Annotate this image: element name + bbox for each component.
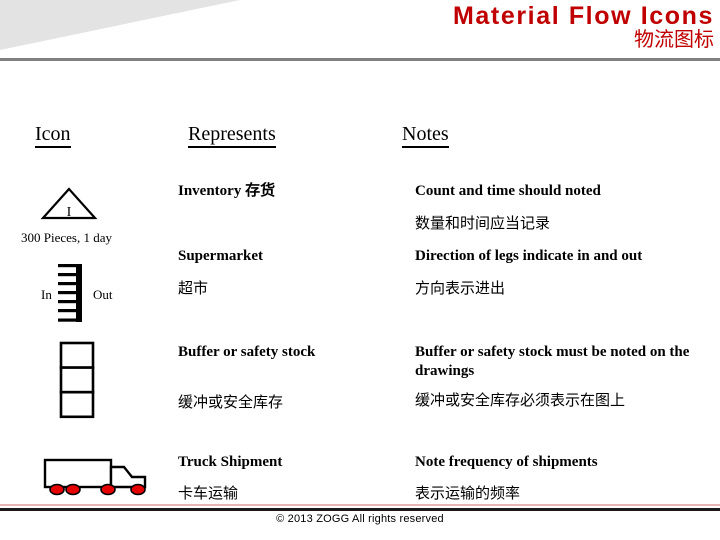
footer-copyright: © 2013 ZOGG All rights reserved	[276, 513, 444, 525]
cell-notes-truck: Note frequency of shipments 表示运输的频率	[415, 453, 598, 504]
cell-represents-buffer: Buffer or safety stock 缓冲或安全库存	[178, 343, 315, 413]
column-header-represents: Represents	[188, 123, 276, 148]
buffer-stack-icon	[20, 340, 130, 425]
slide-title-block: Material Flow Icons 物流图标	[453, 2, 714, 51]
column-header-icon: Icon	[35, 123, 71, 148]
notes-supermarket-english: Direction of legs indicate in and out	[415, 248, 643, 264]
cell-notes-buffer: Buffer or safety stock must be noted on …	[415, 343, 705, 411]
cell-represents-inventory: Inventory 存货	[178, 182, 275, 202]
notes-supermarket-chinese: 方向表示进出	[415, 278, 506, 297]
slide-title-english: Material Flow Icons	[452, 2, 714, 30]
inventory-icon-letter: I	[67, 205, 72, 220]
corner-wedge-decoration	[0, 0, 240, 50]
cell-notes-supermarket: Direction of legs indicate in and out 方向…	[415, 247, 642, 299]
truck-svg	[43, 458, 147, 496]
supermarket-out-label: Out	[93, 287, 113, 302]
represents-truck-english: Truck Shipment	[178, 454, 283, 470]
supermarket-in-label: In	[41, 287, 52, 302]
represents-supermarket-chinese: 超市	[178, 278, 209, 297]
column-header-icon-label: Icon	[35, 123, 71, 148]
represents-truck-chinese: 卡车运输	[178, 483, 239, 502]
truck-shipment-icon	[20, 455, 160, 505]
inventory-icon-caption: 300 Pieces, 1 day	[21, 230, 112, 245]
inventory-triangle-svg: I	[40, 187, 98, 220]
notes-buffer-chinese: 缓冲或安全库存必须表示在图上	[415, 391, 626, 410]
notes-buffer-english: Buffer or safety stock must be noted on …	[415, 344, 690, 380]
footer-rule-red	[0, 504, 720, 506]
notes-inventory-chinese: 数量和时间应当记录	[415, 213, 551, 232]
slide-root: Material Flow Icons 物流图标 Icon Represents…	[0, 0, 720, 540]
notes-truck-english: Note frequency of shipments	[415, 454, 598, 470]
buffer-stack-svg	[59, 341, 95, 419]
notes-inventory-english: Count and time should noted	[415, 183, 601, 199]
footer-rule-black	[0, 508, 720, 511]
cell-represents-truck: Truck Shipment 卡车运输	[178, 453, 282, 504]
supermarket-icon: In Out	[20, 262, 130, 329]
represents-buffer-chinese: 缓冲或安全库存	[178, 392, 284, 411]
represents-buffer-english: Buffer or safety stock	[178, 344, 316, 360]
header-divider-rule	[0, 58, 720, 61]
represents-inventory-text: Inventory 存货	[178, 183, 276, 199]
inventory-triangle-icon: I 300 Pieces, 1 day	[20, 185, 160, 246]
slide-title-chinese: 物流图标	[634, 27, 714, 51]
cell-represents-supermarket: Supermarket 超市	[178, 247, 263, 299]
column-header-notes-label: Notes	[402, 123, 449, 148]
represents-supermarket-english: Supermarket	[178, 248, 263, 264]
cell-notes-inventory: Count and time should noted 数量和时间应当记录	[415, 182, 601, 234]
column-header-represents-label: Represents	[188, 123, 276, 148]
supermarket-shelf-svg	[58, 264, 82, 322]
notes-truck-chinese: 表示运输的频率	[415, 483, 521, 502]
column-header-notes: Notes	[402, 123, 449, 148]
